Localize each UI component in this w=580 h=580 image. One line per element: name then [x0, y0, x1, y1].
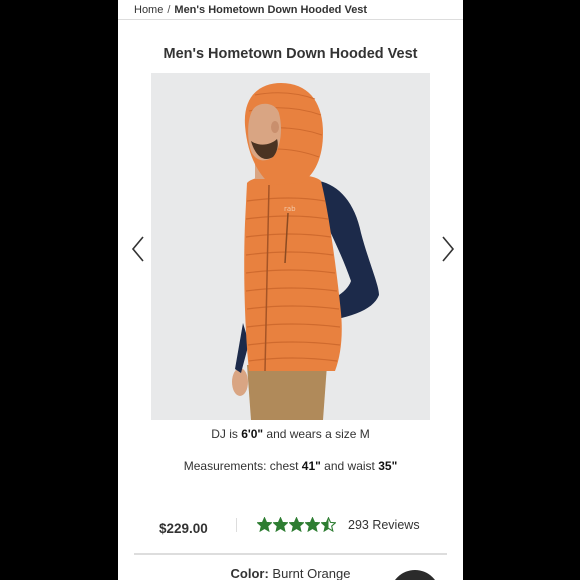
chevron-left-icon	[131, 236, 144, 262]
fit-note: DJ is 6'0" and wears a size M	[118, 427, 463, 441]
product-title: Men's Hometown Down Hooded Vest	[163, 46, 418, 62]
star-icon	[257, 517, 272, 532]
fit-note-middle: and wears a size	[263, 427, 360, 441]
product-price: $229.00	[159, 521, 208, 536]
breadcrumb-separator: /	[167, 4, 171, 16]
model-height: 6'0"	[241, 427, 264, 441]
svg-text:rab: rab	[284, 205, 296, 213]
star-icon	[321, 517, 336, 532]
breadcrumb: Home / Men's Hometown Down Hooded Vest	[134, 4, 367, 16]
breadcrumb-home-link[interactable]: Home	[134, 4, 163, 16]
reviews-link[interactable]: 293 Reviews	[348, 518, 420, 532]
section-divider	[134, 553, 447, 555]
header-divider	[118, 19, 463, 20]
star-icon	[289, 517, 304, 532]
price-divider	[236, 518, 237, 532]
star-icon	[305, 517, 320, 532]
rating-stars[interactable]	[257, 517, 336, 532]
color-label: Color:	[230, 566, 269, 580]
waist-measurement: 35"	[378, 459, 398, 473]
chest-measurement: 41"	[301, 459, 321, 473]
model-size: M	[359, 427, 370, 441]
breadcrumb-current: Men's Hometown Down Hooded Vest	[174, 4, 368, 16]
measurements-prefix: Measurements: chest	[183, 459, 302, 473]
product-page: Home / Men's Hometown Down Hooded Vest Men…	[118, 0, 463, 580]
product-image[interactable]: rab	[151, 73, 430, 420]
measurements-middle: and waist	[320, 459, 379, 473]
measurements-note: Measurements: chest 41" and waist 35"	[118, 459, 463, 473]
chevron-right-icon	[442, 236, 455, 262]
prev-image-button[interactable]	[128, 234, 148, 264]
star-icon	[273, 517, 288, 532]
color-value: Burnt Orange	[272, 566, 351, 580]
fit-note-prefix: DJ is	[211, 427, 242, 441]
next-image-button[interactable]	[438, 234, 458, 264]
